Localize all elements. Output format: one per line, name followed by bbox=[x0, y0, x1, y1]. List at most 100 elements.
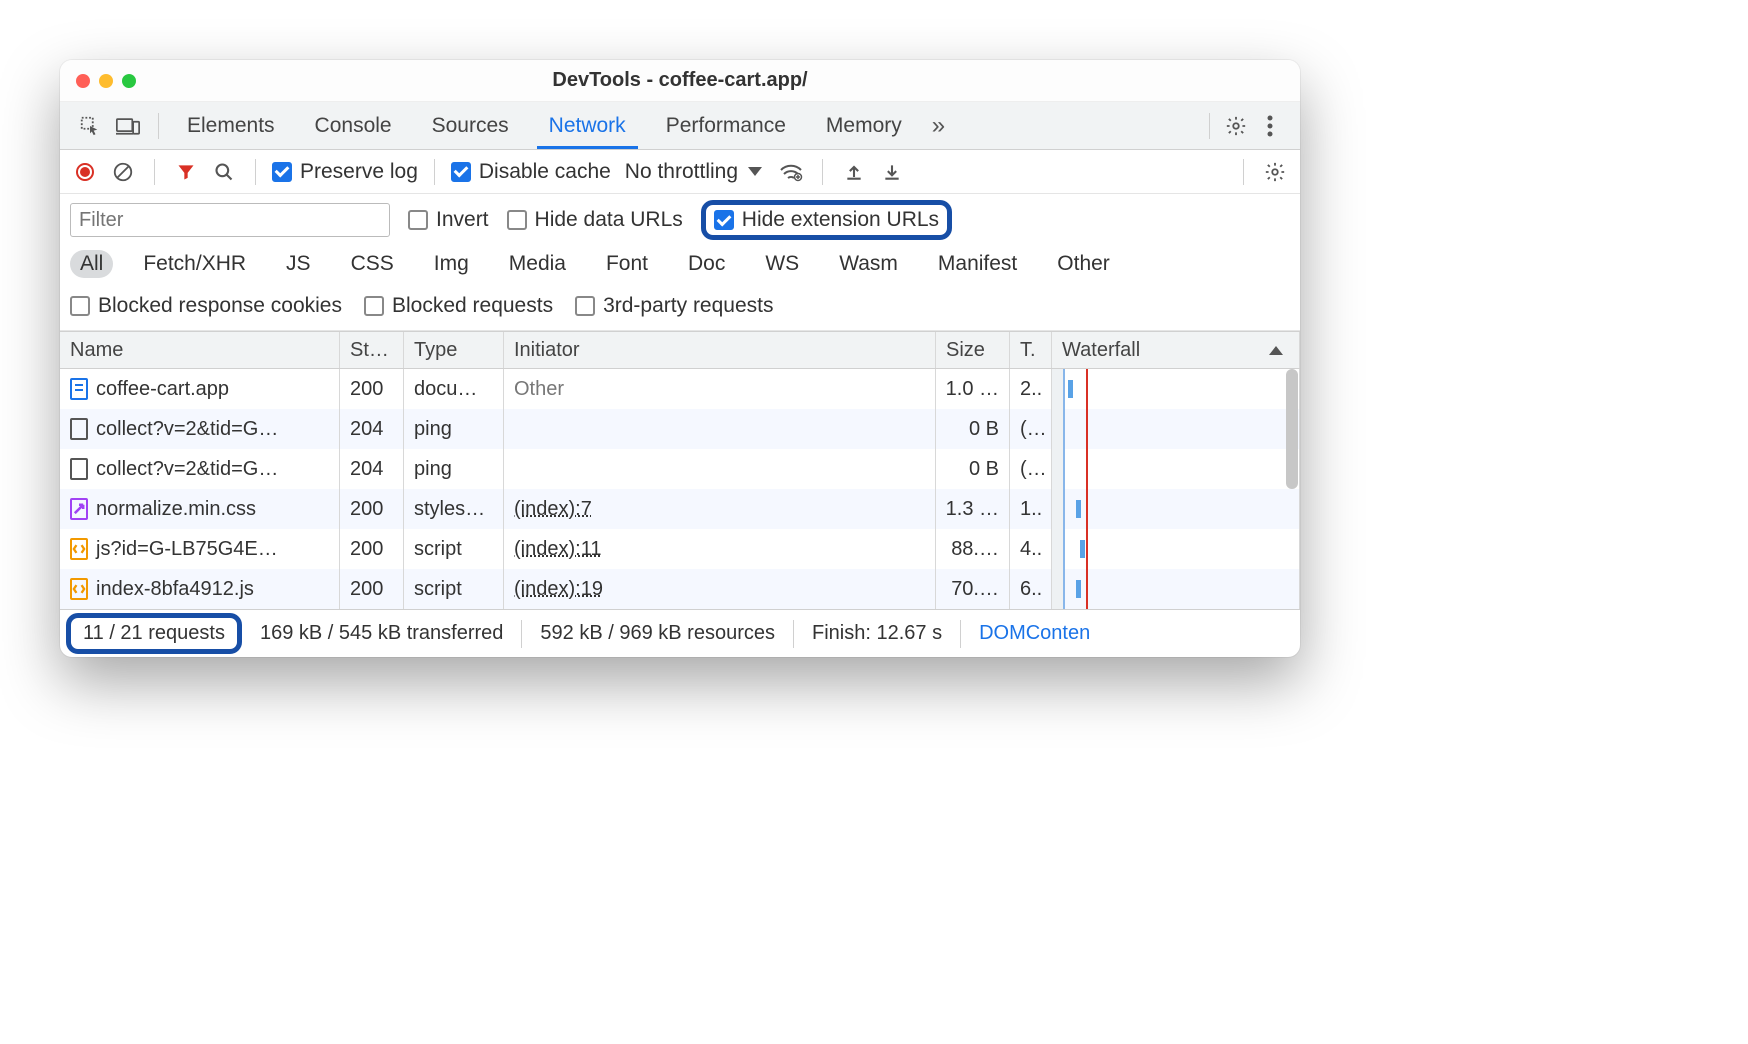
request-row[interactable]: js?id=G-LB75G4E…200script(index):1188.…4… bbox=[60, 529, 1300, 569]
waterfall-cell bbox=[1052, 409, 1300, 449]
type-filter-css[interactable]: CSS bbox=[341, 250, 404, 278]
type-filter-fetchxhr[interactable]: Fetch/XHR bbox=[133, 250, 256, 278]
disable-cache-label: Disable cache bbox=[479, 160, 611, 184]
type-filter-other[interactable]: Other bbox=[1047, 250, 1120, 278]
col-status-header[interactable]: St… bbox=[340, 332, 404, 368]
initiator-cell: (index):11 bbox=[504, 529, 936, 569]
time-cell: 6.. bbox=[1010, 569, 1052, 609]
type-filter-all[interactable]: All bbox=[70, 250, 113, 278]
request-row[interactable]: index-8bfa4912.js200script(index):1970.…… bbox=[60, 569, 1300, 609]
waterfall-cell bbox=[1052, 569, 1300, 609]
third-party-requests-checkbox[interactable]: 3rd-party requests bbox=[575, 294, 773, 318]
initiator-cell: (index):7 bbox=[504, 489, 936, 529]
filter-icon[interactable] bbox=[171, 157, 201, 187]
checkbox-icon bbox=[408, 210, 428, 230]
table-body: coffee-cart.app200docu…Other1.0 …2..coll… bbox=[60, 369, 1300, 609]
hide-extension-urls-checkbox[interactable]: Hide extension URLs bbox=[714, 208, 939, 232]
preserve-log-label: Preserve log bbox=[300, 160, 418, 184]
type-filter-img[interactable]: Img bbox=[424, 250, 479, 278]
devtools-window: DevTools - coffee-cart.app/ ElementsCons… bbox=[60, 60, 1300, 657]
type-filter-doc[interactable]: Doc bbox=[678, 250, 735, 278]
requests-table: Name St… Type Initiator Size T. Waterfal… bbox=[60, 331, 1300, 609]
script-file-icon bbox=[70, 538, 88, 560]
separator bbox=[1243, 159, 1244, 185]
request-row[interactable]: collect?v=2&tid=G…204ping0 B(… bbox=[60, 409, 1300, 449]
search-icon[interactable] bbox=[209, 157, 239, 187]
tab-performance[interactable]: Performance bbox=[646, 102, 806, 149]
disable-cache-checkbox[interactable]: Disable cache bbox=[451, 160, 611, 184]
preserve-log-checkbox[interactable]: Preserve log bbox=[272, 160, 418, 184]
initiator-link[interactable]: (index):19 bbox=[514, 578, 603, 601]
hide-data-urls-checkbox[interactable]: Hide data URLs bbox=[507, 208, 683, 232]
initiator-link[interactable]: (index):7 bbox=[514, 498, 592, 521]
record-button[interactable] bbox=[70, 157, 100, 187]
type-filter-font[interactable]: Font bbox=[596, 250, 658, 278]
request-row[interactable]: normalize.min.css200styles…(index):71.3 … bbox=[60, 489, 1300, 529]
col-size-header[interactable]: Size bbox=[936, 332, 1010, 368]
type-filter-js[interactable]: JS bbox=[276, 250, 321, 278]
filter-input[interactable] bbox=[70, 203, 390, 237]
network-conditions-icon[interactable] bbox=[776, 157, 806, 187]
waterfall-cell bbox=[1052, 449, 1300, 489]
size-cell: 1.0 … bbox=[936, 369, 1010, 409]
kebab-menu-icon[interactable] bbox=[1254, 110, 1286, 142]
tab-console[interactable]: Console bbox=[295, 102, 412, 149]
col-waterfall-header[interactable]: Waterfall bbox=[1052, 332, 1300, 368]
checkbox-icon bbox=[272, 162, 292, 182]
tab-network[interactable]: Network bbox=[529, 102, 646, 149]
tab-memory[interactable]: Memory bbox=[806, 102, 922, 149]
status-cell: 200 bbox=[340, 529, 404, 569]
tab-sources[interactable]: Sources bbox=[412, 102, 529, 149]
network-settings-gear-icon[interactable] bbox=[1260, 157, 1290, 187]
status-cell: 200 bbox=[340, 569, 404, 609]
generic-file-icon bbox=[70, 458, 88, 480]
request-row[interactable]: coffee-cart.app200docu…Other1.0 …2.. bbox=[60, 369, 1300, 409]
checkbox-icon bbox=[364, 296, 384, 316]
download-har-icon[interactable] bbox=[877, 157, 907, 187]
blocked-response-cookies-checkbox[interactable]: Blocked response cookies bbox=[70, 294, 342, 318]
hide-extension-urls-label: Hide extension URLs bbox=[742, 208, 939, 232]
type-cell: styles… bbox=[404, 489, 504, 529]
close-window-button[interactable] bbox=[76, 74, 90, 88]
separator bbox=[158, 113, 159, 139]
col-time-header[interactable]: T. bbox=[1010, 332, 1052, 368]
status-cell: 200 bbox=[340, 489, 404, 529]
invert-checkbox[interactable]: Invert bbox=[408, 208, 489, 232]
type-cell: docu… bbox=[404, 369, 504, 409]
throttling-select[interactable]: No throttling bbox=[619, 160, 768, 184]
type-filter-media[interactable]: Media bbox=[499, 250, 576, 278]
time-cell: (… bbox=[1010, 449, 1052, 489]
col-initiator-header[interactable]: Initiator bbox=[504, 332, 936, 368]
col-type-header[interactable]: Type bbox=[404, 332, 504, 368]
checkbox-icon bbox=[451, 162, 471, 182]
minimize-window-button[interactable] bbox=[99, 74, 113, 88]
transferred-status: 169 kB / 545 kB transferred bbox=[242, 620, 522, 648]
status-bar: 11 / 21 requests 169 kB / 545 kB transfe… bbox=[60, 609, 1300, 657]
maximize-window-button[interactable] bbox=[122, 74, 136, 88]
time-cell: 4.. bbox=[1010, 529, 1052, 569]
type-filter-manifest[interactable]: Manifest bbox=[928, 250, 1027, 278]
type-filter-wasm[interactable]: Wasm bbox=[829, 250, 908, 278]
col-name-header[interactable]: Name bbox=[60, 332, 340, 368]
request-name: index-8bfa4912.js bbox=[96, 578, 254, 601]
blocked-requests-checkbox[interactable]: Blocked requests bbox=[364, 294, 553, 318]
clear-icon[interactable] bbox=[108, 157, 138, 187]
panel-tabs-bar: ElementsConsoleSourcesNetworkPerformance… bbox=[60, 102, 1300, 150]
scrollbar-thumb[interactable] bbox=[1286, 369, 1298, 489]
type-filter-ws[interactable]: WS bbox=[755, 250, 809, 278]
upload-har-icon[interactable] bbox=[839, 157, 869, 187]
hide-extension-urls-highlight: Hide extension URLs bbox=[701, 200, 952, 240]
checkbox-icon bbox=[70, 296, 90, 316]
tab-elements[interactable]: Elements bbox=[167, 102, 295, 149]
more-tabs-button[interactable]: » bbox=[922, 112, 955, 140]
settings-gear-icon[interactable] bbox=[1220, 110, 1252, 142]
separator bbox=[434, 159, 435, 185]
inspect-element-icon[interactable] bbox=[74, 110, 106, 142]
request-row[interactable]: collect?v=2&tid=G…204ping0 B(… bbox=[60, 449, 1300, 489]
device-toolbar-icon[interactable] bbox=[112, 110, 144, 142]
sort-ascending-icon bbox=[1269, 346, 1283, 355]
status-cell: 200 bbox=[340, 369, 404, 409]
initiator-link[interactable]: (index):11 bbox=[514, 538, 601, 561]
type-cell: script bbox=[404, 569, 504, 609]
domcontentloaded-status: DOMConten bbox=[961, 620, 1108, 648]
